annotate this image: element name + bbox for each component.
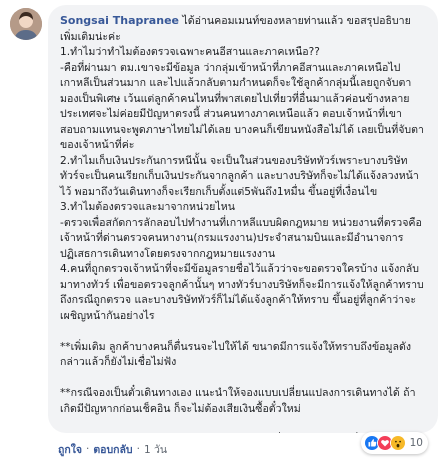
comment-bubble: Songsai Thapranee ได้อ่านคอมเมนท์ของหลาย… <box>48 5 438 433</box>
avatar-image <box>10 8 42 40</box>
wow-icon <box>389 435 406 451</box>
comment-author[interactable]: Songsai Thapranee <box>60 14 179 27</box>
separator-dot: · <box>86 443 90 455</box>
reply-link[interactable]: ตอบกลับ <box>93 441 132 458</box>
separator-dot: · <box>136 443 140 455</box>
like-link[interactable]: ถูกใจ <box>58 441 82 458</box>
comment-actions: ถูกใจ · ตอบกลับ · 1 วัน <box>58 440 167 458</box>
avatar[interactable] <box>10 8 42 40</box>
comment-text: Songsai Thapranee ได้อ่านคอมเมนท์ของหลาย… <box>60 13 426 433</box>
comment-timestamp[interactable]: 1 วัน <box>144 441 167 458</box>
comment-body: 1.ทำไมว่าทำไมต้องตรวจเฉพาะคนอีสานและภาคเ… <box>60 46 424 415</box>
reactions-summary[interactable]: 10 <box>360 432 428 454</box>
reaction-count: 10 <box>409 437 423 449</box>
